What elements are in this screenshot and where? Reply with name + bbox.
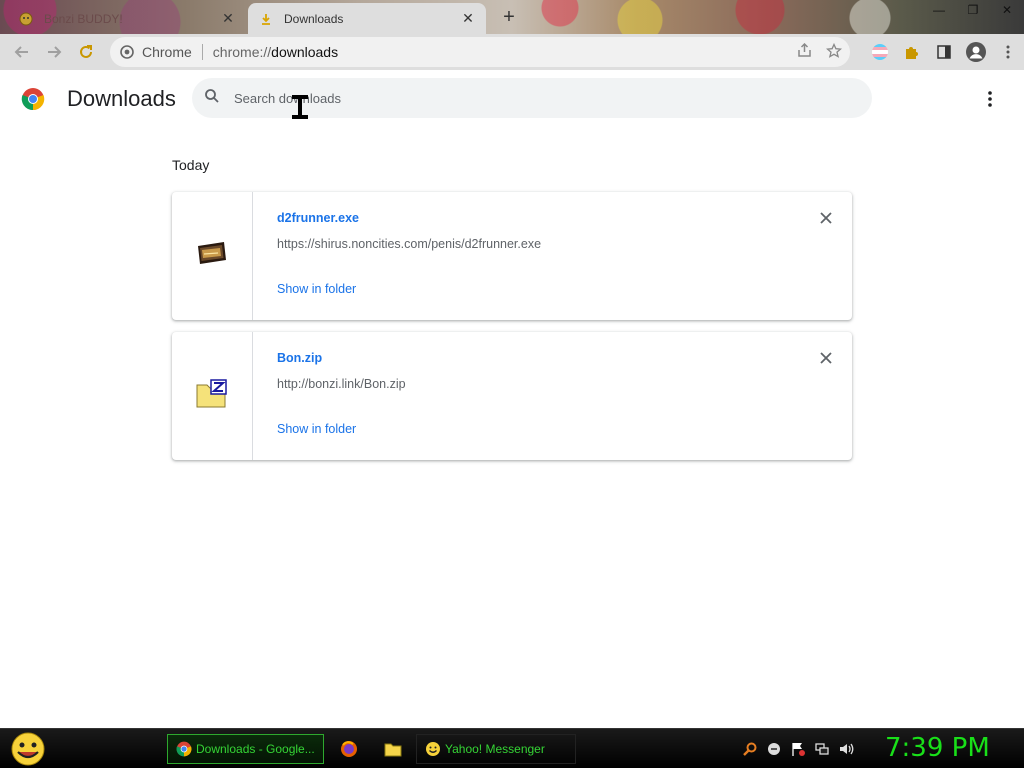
system-tray bbox=[742, 738, 854, 760]
download-icon bbox=[258, 11, 274, 27]
close-window-button[interactable]: ✕ bbox=[990, 0, 1024, 20]
download-source-url[interactable]: https://shirus.noncities.com/penis/d2fru… bbox=[277, 237, 541, 251]
search-icon bbox=[204, 88, 220, 109]
site-chip[interactable]: Chrome bbox=[120, 44, 192, 60]
download-file-name[interactable]: Bon.zip bbox=[277, 351, 322, 365]
show-in-folder-link[interactable]: Show in folder bbox=[277, 422, 356, 436]
remove-download-button[interactable] bbox=[816, 208, 836, 228]
tab-bonzi[interactable]: Bonzi BUDDY! ✕ bbox=[8, 3, 246, 34]
forward-button[interactable] bbox=[38, 36, 70, 68]
taskbar: Downloads - Google... Yahoo! Messenger 7… bbox=[0, 728, 1024, 768]
folder-icon[interactable] bbox=[383, 739, 403, 759]
taskbar-messenger-task[interactable]: Yahoo! Messenger bbox=[416, 734, 576, 764]
taskbar-chrome-task[interactable]: Downloads - Google... bbox=[167, 734, 324, 764]
url-host: downloads bbox=[271, 44, 339, 60]
task-label: Downloads - Google... bbox=[196, 742, 315, 756]
url-scheme: chrome:// bbox=[212, 44, 272, 60]
action-center-flag-icon[interactable] bbox=[790, 741, 806, 757]
chrome-logo-icon bbox=[21, 87, 45, 111]
firefox-icon[interactable] bbox=[339, 739, 359, 759]
download-item: d2frunner.exe https://shirus.noncities.c… bbox=[172, 192, 852, 320]
yahoo-messenger-icon bbox=[425, 741, 441, 757]
file-icon-column bbox=[172, 332, 253, 460]
profile-avatar-icon[interactable] bbox=[960, 36, 992, 68]
file-icon-column bbox=[172, 192, 253, 320]
download-item: Bon.zip http://bonzi.link/Bon.zip Show i… bbox=[172, 332, 852, 460]
browser-toolbar: Chrome chrome://downloads bbox=[0, 34, 1024, 70]
task-label: Yahoo! Messenger bbox=[445, 742, 545, 756]
bonzi-favicon-icon bbox=[18, 11, 34, 27]
download-source-url[interactable]: http://bonzi.link/Bon.zip bbox=[277, 377, 406, 391]
chrome-icon bbox=[176, 741, 192, 757]
start-button-smiley-icon[interactable] bbox=[8, 731, 48, 767]
reload-icon bbox=[80, 45, 92, 58]
back-button[interactable] bbox=[6, 36, 38, 68]
executable-file-icon bbox=[196, 240, 228, 273]
status-minus-icon[interactable] bbox=[766, 741, 782, 757]
arrow-left-icon bbox=[14, 46, 28, 58]
new-tab-button[interactable]: + bbox=[498, 6, 520, 28]
close-icon bbox=[820, 212, 832, 224]
network-icon[interactable] bbox=[814, 741, 830, 757]
tab-strip: Bonzi BUDDY! ✕ Downloads ✕ + — ❐ ✕ bbox=[0, 0, 1024, 34]
chrome-icon bbox=[120, 45, 134, 59]
date-section-header: Today bbox=[172, 157, 210, 173]
close-icon[interactable]: ✕ bbox=[220, 10, 236, 27]
tab-downloads[interactable]: Downloads ✕ bbox=[248, 3, 486, 34]
arrow-right-icon bbox=[48, 46, 62, 58]
window-controls: — ❐ ✕ bbox=[922, 0, 1024, 20]
download-file-name[interactable]: d2frunner.exe bbox=[277, 211, 359, 225]
maximize-button[interactable]: ❐ bbox=[956, 0, 990, 20]
tab-title: Downloads bbox=[284, 11, 344, 26]
volume-icon[interactable] bbox=[838, 741, 854, 757]
close-icon bbox=[820, 352, 832, 364]
search-input[interactable] bbox=[234, 90, 834, 106]
browser-menu-icon[interactable] bbox=[992, 36, 1024, 68]
more-actions-icon[interactable] bbox=[978, 87, 1002, 111]
extensions-puzzle-icon[interactable] bbox=[896, 36, 928, 68]
divider bbox=[201, 44, 203, 60]
bookmark-star-icon[interactable] bbox=[825, 42, 843, 62]
downloads-header: Downloads bbox=[0, 70, 1024, 128]
close-icon[interactable]: ✕ bbox=[460, 10, 476, 27]
remove-download-button[interactable] bbox=[816, 348, 836, 368]
page-title: Downloads bbox=[67, 86, 176, 111]
side-panel-icon[interactable] bbox=[928, 36, 960, 68]
address-bar[interactable]: Chrome chrome://downloads bbox=[110, 37, 850, 67]
site-chip-label: Chrome bbox=[142, 44, 192, 60]
taskbar-clock[interactable]: 7:39 PM bbox=[885, 733, 990, 763]
reload-button[interactable] bbox=[70, 36, 102, 68]
share-icon[interactable] bbox=[797, 42, 812, 61]
profile-flag-icon[interactable] bbox=[864, 36, 896, 68]
zip-archive-icon bbox=[195, 378, 229, 414]
tab-title: Bonzi BUDDY! bbox=[44, 11, 123, 26]
search-magnifier-icon[interactable] bbox=[742, 741, 758, 757]
show-in-folder-link[interactable]: Show in folder bbox=[277, 282, 356, 296]
text-cursor-icon bbox=[290, 94, 310, 120]
minimize-button[interactable]: — bbox=[922, 0, 956, 20]
